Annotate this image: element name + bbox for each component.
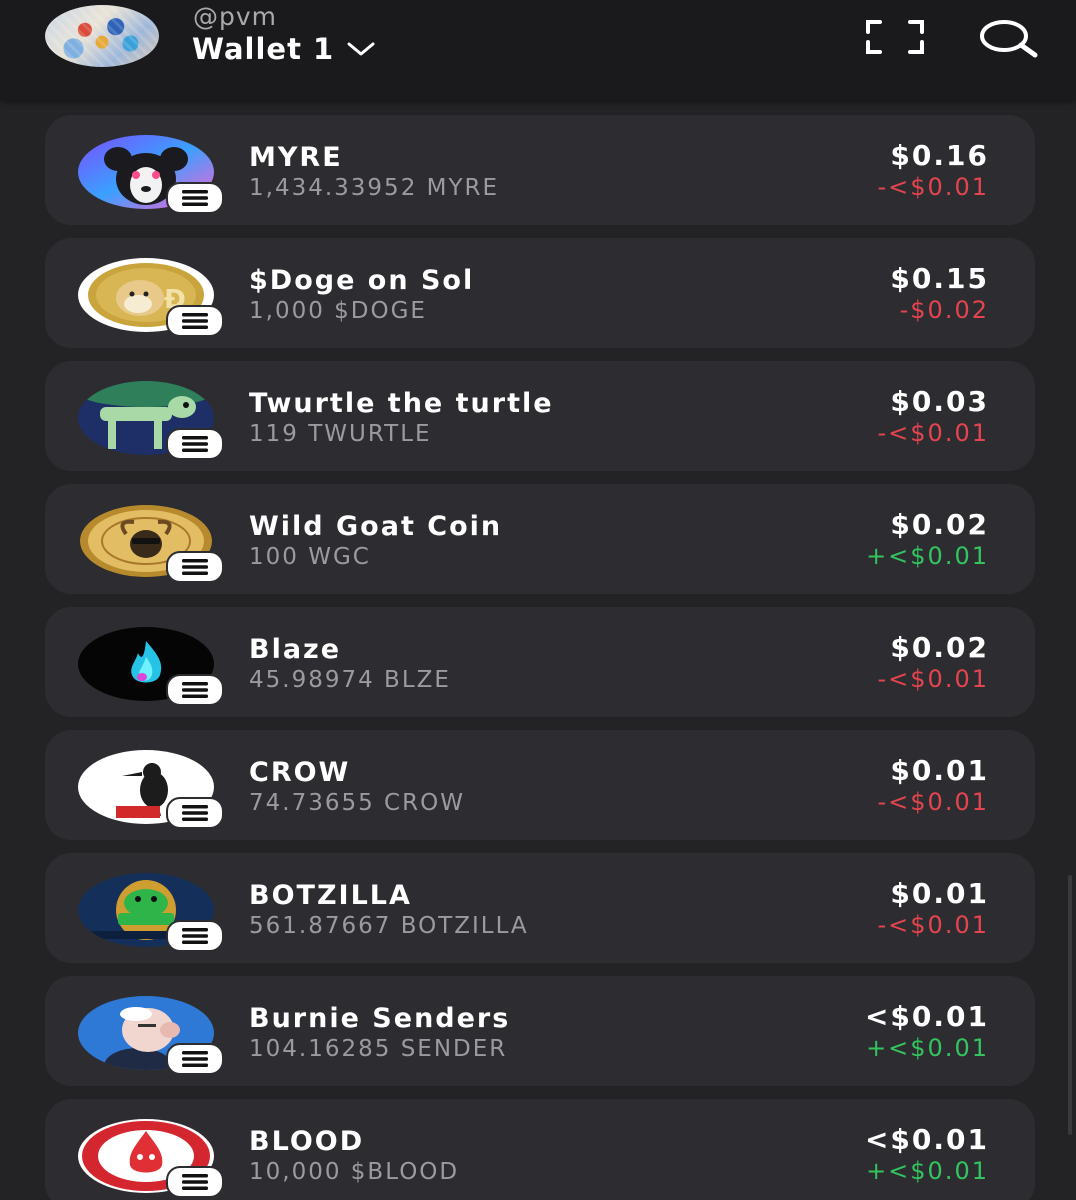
solana-icon: [166, 920, 224, 952]
token-name: Wild Goat Coin: [249, 511, 503, 542]
wallet-name: Wallet 1: [192, 32, 335, 66]
token-amount: 104.16285 SENDER: [249, 1036, 508, 1062]
token-value: $0.03: [890, 385, 989, 418]
token-amount: 10,000 $BLOOD: [249, 1159, 460, 1185]
token-amount: 119 TWURTLE: [249, 421, 432, 447]
token-amount: 100 WGC: [249, 544, 371, 570]
token-row-twurtle[interactable]: Twurtle the turtle 119 TWURTLE $0.03 -<$…: [45, 361, 1035, 471]
solana-icon: [166, 428, 224, 460]
token-name: Blaze: [249, 634, 342, 665]
token-row-blaze[interactable]: Blaze 45.98974 BLZE $0.02 -<$0.01: [45, 607, 1035, 717]
token-value: $0.01: [890, 877, 989, 910]
token-name: $Doge on Sol: [249, 265, 475, 296]
wallet-header: @pvm Wallet 1: [0, 0, 1076, 100]
token-change: -$0.02: [899, 296, 989, 324]
token-name: BOTZILLA: [249, 880, 412, 911]
token-value: $0.16: [890, 139, 989, 172]
profile-avatar[interactable]: [45, 5, 159, 67]
token-row-crow[interactable]: CROW 74.73655 CROW $0.01 -<$0.01: [45, 730, 1035, 840]
token-name: Twurtle the turtle: [249, 388, 554, 419]
chevron-down-icon: [347, 42, 375, 56]
solana-icon: [166, 182, 224, 214]
token-change: +<$0.01: [866, 1157, 989, 1185]
wallet-switcher[interactable]: Wallet 1: [192, 32, 376, 66]
token-change: -<$0.01: [877, 173, 989, 201]
token-amount: 45.98974 BLZE: [249, 667, 451, 693]
scrollbar[interactable]: [1068, 875, 1072, 1135]
solana-icon: [166, 1043, 224, 1075]
solana-icon: [166, 1166, 224, 1198]
token-change: +<$0.01: [866, 542, 989, 570]
token-amount: 561.87667 BOTZILLA: [249, 913, 529, 939]
token-row-wgc[interactable]: Wild Goat Coin 100 WGC $0.02 +<$0.01: [45, 484, 1035, 594]
token-value: <$0.01: [864, 1123, 989, 1156]
token-change: -<$0.01: [877, 788, 989, 816]
token-value: $0.02: [890, 631, 989, 664]
solana-icon: [166, 797, 224, 829]
token-change: -<$0.01: [877, 419, 989, 447]
scan-qr-icon[interactable]: [866, 20, 924, 54]
token-name: BLOOD: [249, 1126, 365, 1157]
token-change: +<$0.01: [866, 1034, 989, 1062]
user-handle: @pvm: [193, 2, 278, 31]
token-value: $0.01: [890, 754, 989, 787]
token-row-blood[interactable]: BLOOD 10,000 $BLOOD <$0.01 +<$0.01: [45, 1099, 1035, 1200]
token-row-myre[interactable]: MYRE 1,434.33952 MYRE $0.16 -<$0.01: [45, 115, 1035, 225]
token-change: -<$0.01: [877, 665, 989, 693]
solana-icon: [166, 305, 224, 337]
token-value: <$0.01: [864, 1000, 989, 1033]
token-amount: 1,434.33952 MYRE: [249, 175, 500, 201]
token-name: MYRE: [249, 142, 343, 173]
token-value: $0.02: [890, 508, 989, 541]
token-amount: 74.73655 CROW: [249, 790, 465, 816]
search-icon[interactable]: [978, 18, 1038, 58]
token-row-sender[interactable]: Burnie Senders 104.16285 SENDER <$0.01 +…: [45, 976, 1035, 1086]
token-value: $0.15: [890, 262, 989, 295]
wallet-app: @pvm Wallet 1 MYRE 1,434.33952 MYRE $0.1…: [0, 0, 1076, 1200]
solana-icon: [166, 674, 224, 706]
token-name: CROW: [249, 757, 351, 788]
token-change: -<$0.01: [877, 911, 989, 939]
token-row-doge[interactable]: Ð $Doge on Sol 1,000 $DOGE $0.15 -$0.02: [45, 238, 1035, 348]
token-row-botzilla[interactable]: BOTZILLA 561.87667 BOTZILLA $0.01 -<$0.0…: [45, 853, 1035, 963]
token-amount: 1,000 $DOGE: [249, 298, 427, 324]
solana-icon: [166, 551, 224, 583]
token-name: Burnie Senders: [249, 1003, 511, 1034]
